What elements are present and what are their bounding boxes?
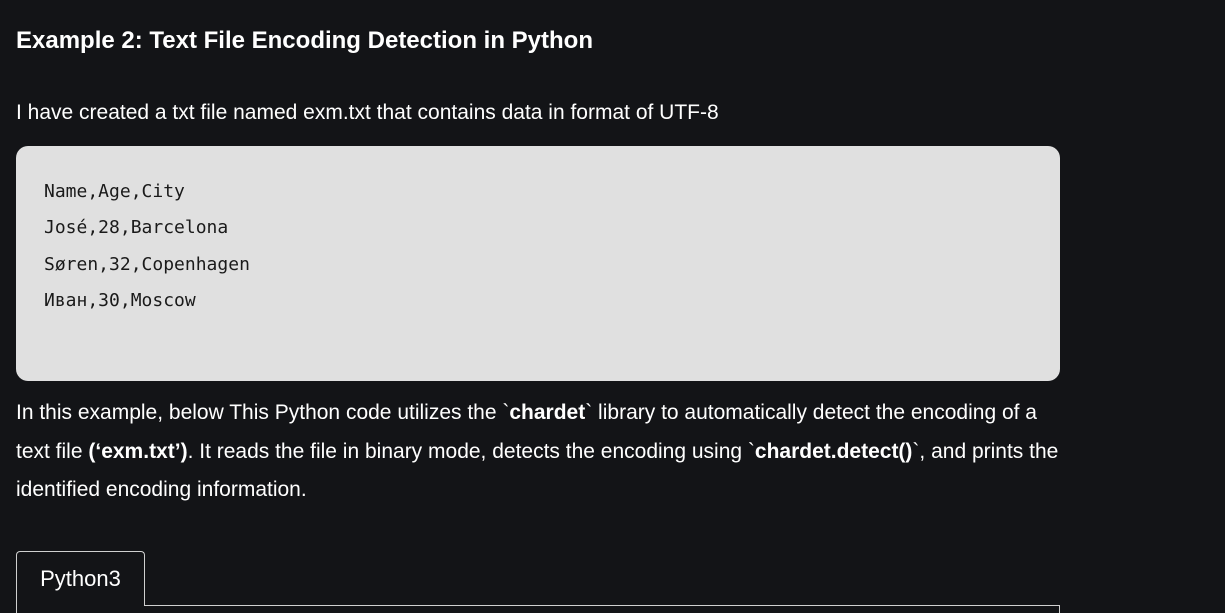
explanation-text: . It reads the file in binary mode, dete… [187,439,755,463]
code-panel-left-border [16,606,17,613]
section-heading: Example 2: Text File Encoding Detection … [16,27,593,54]
file-name: (‘exm.txt’) [88,439,188,463]
code-line: Иван,30,Moscow [44,290,196,312]
explanation-text: In this example, below This Python code … [16,401,510,424]
code-panel-right-border [1059,606,1060,613]
tab-python3[interactable]: Python3 [16,551,145,606]
chardet-library-name: chardet [509,401,586,424]
explanation-paragraph: In this example, below This Python code … [16,394,1060,510]
detect-function-name: chardet.detect() [754,439,913,463]
code-tabs: Python3 [16,551,1060,613]
tab-bar-divider [144,605,1060,606]
code-line: Søren,32,Copenhagen [44,253,250,275]
data-file-code-block: Name,Age,City José,28,Barcelona Søren,32… [16,146,1060,381]
code-line: Name,Age,City [44,181,185,202]
intro-paragraph: I have created a txt file named exm.txt … [16,101,719,124]
code-line: José,28,Barcelona [44,217,229,239]
